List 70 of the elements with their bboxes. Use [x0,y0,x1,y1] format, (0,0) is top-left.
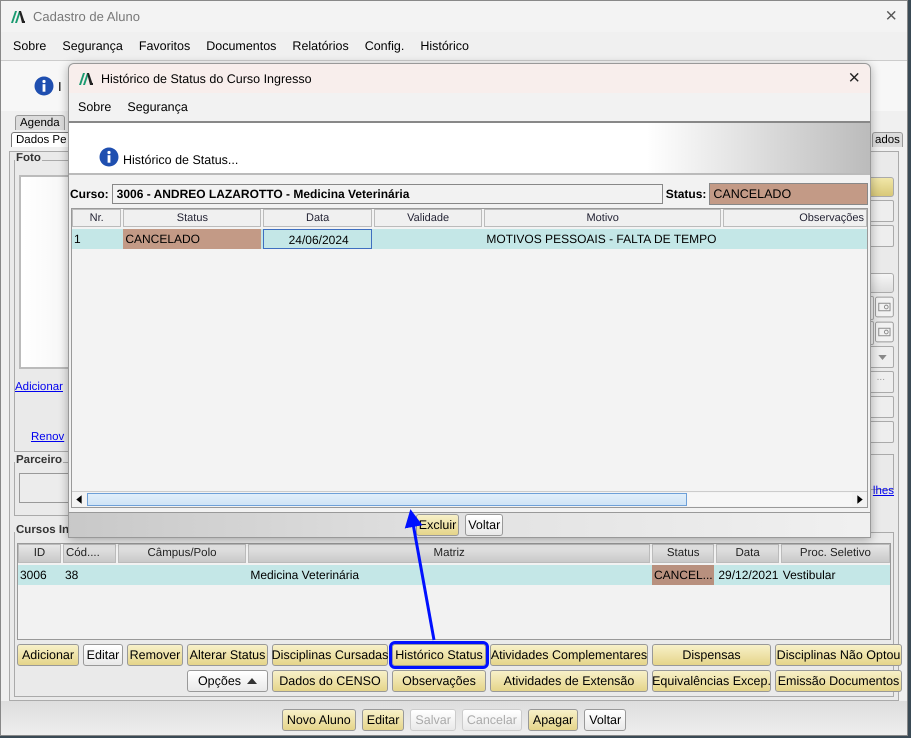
action-button[interactable]: Histórico Status [392,644,486,666]
menu-item[interactable]: Config. [364,39,404,53]
window-title: Cadastro de Aluno [33,9,140,24]
column-header[interactable]: Proc. Seletivo [780,544,890,563]
options-menu-button[interactable]: Opções [187,670,268,692]
menu-item[interactable]: Sobre [78,100,112,114]
action-button[interactable]: Disciplinas Não Optou [775,644,902,666]
menu-item[interactable]: Relatórios [292,39,349,53]
footer-button[interactable]: Novo Aluno [282,709,356,731]
column-header[interactable]: Matriz [248,544,650,563]
action-button[interactable]: Remover [127,644,183,666]
status-field[interactable]: CANCELADO [709,183,868,205]
field-label: Status: [666,187,706,201]
renew-link[interactable]: Renov [31,431,64,443]
close-button[interactable]: × [885,5,897,28]
course-field[interactable]: 3006 - ANDREO LAZAROTTO - Medicina Veterinária [112,184,663,204]
action-button[interactable]: Atividades de Extensão [490,670,648,692]
table-cell: 24/06/2024 [263,229,372,249]
action-button[interactable]: Adicionar [17,644,79,666]
action-button[interactable]: Atividades Complementares [490,644,648,666]
column-header[interactable]: Motivo [484,209,722,227]
dialog-button[interactable]: Excluir [416,514,460,536]
header-text: I [58,78,62,94]
table-cell-text: 3006 [19,567,48,584]
table-cell-text: 38 [64,567,80,584]
column-header[interactable]: Status [652,544,714,563]
menu-item[interactable]: Segurança [127,100,188,114]
column-header[interactable]: Observações [723,209,868,227]
add-photo-link[interactable]: Adicionar [15,381,63,393]
footer-button[interactable]: Apagar [528,709,578,731]
action-button[interactable]: Dispensas [652,644,771,666]
table-cell-text: Vestibular [782,567,836,584]
menu-item[interactable]: Histórico [420,39,469,53]
close-button[interactable]: × [848,67,860,90]
table-cell-text: 1 [73,231,82,248]
column-header[interactable]: ID [18,544,61,563]
footer-button[interactable]: Editar [362,709,404,731]
table-cell-text: MOTIVOS PESSOAIS - FALTA DE TEMPO [485,231,718,248]
table-cell: CANCELADO [123,229,262,249]
menu-item[interactable]: Documentos [206,39,276,53]
footer-button[interactable]: Voltar [584,709,626,731]
action-button[interactable]: Editar [83,644,123,666]
action-button[interactable]: Disciplinas Cursadas [272,644,388,666]
group-title: Parceiro [15,454,64,466]
column-header[interactable]: Data [716,544,779,563]
action-button[interactable]: Emissão Documentos [775,670,902,692]
tab[interactable]: ados [872,132,903,147]
column-header[interactable]: Câmpus/Polo [118,544,246,563]
details-link[interactable]: lhes [872,485,894,497]
column-header[interactable]: Nr. [72,209,122,227]
column-header[interactable]: Status [123,209,262,227]
dialog-title: Histórico de Status do Curso Ingresso [101,72,312,86]
dialog-button[interactable]: Voltar [465,514,504,536]
banner-text: Histórico de Status... [123,153,238,167]
table-cell-text: Medicina Veterinária [249,567,360,584]
action-button[interactable]: Equivalências Excep. [652,670,771,692]
menu-item[interactable]: Segurança [62,39,123,53]
table-cell-text: 29/12/2021 [717,567,779,584]
action-button[interactable]: Alterar Status [187,644,268,666]
group-title: Foto [15,152,42,164]
action-button[interactable]: Observações [392,670,486,692]
table-cell: CANCEL... [652,565,714,585]
column-header[interactable]: Cód.... [62,544,116,563]
action-button[interactable]: Dados do CENSO [272,670,388,692]
column-header[interactable]: Validade [374,209,482,227]
menu-item[interactable]: Favoritos [138,39,190,53]
tab[interactable]: Agenda [15,115,65,130]
field-label: Curso: [70,187,109,201]
menu-item[interactable]: Sobre [13,39,46,53]
column-header[interactable]: Data [263,209,372,227]
